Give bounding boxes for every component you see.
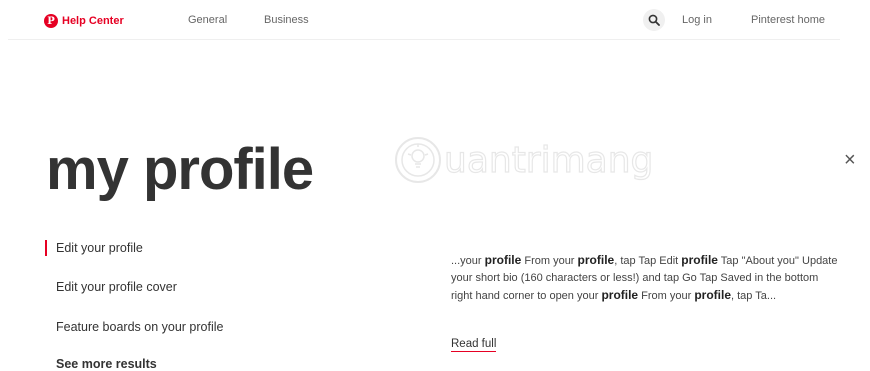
see-more-results-link[interactable]: See more results [56,357,157,371]
search-icon [648,14,660,26]
snippet-text: , tap Ta... [731,290,777,302]
close-icon[interactable]: × [844,150,856,170]
watermark: uantrimang [395,137,654,183]
snippet-text: ...your [451,255,485,267]
highlighted-term: profile [601,288,639,302]
pinterest-home-link[interactable]: Pinterest home [751,14,825,26]
login-link[interactable]: Log in [682,14,712,26]
snippet-text: From your [638,290,695,302]
active-result-indicator [45,240,47,256]
nav-business[interactable]: Business [264,14,309,26]
result-item-edit-profile[interactable]: Edit your profile [56,241,143,255]
highlighted-term: profile [694,288,732,302]
header: P Help Center General Business Log in Pi… [0,0,870,40]
header-divider [8,39,840,40]
highlighted-term: profile [577,253,615,267]
result-item-edit-profile-cover[interactable]: Edit your profile cover [56,280,177,294]
snippet-text: , tap Tap Edit [614,255,682,267]
read-full-link[interactable]: Read full [451,338,497,352]
result-item-feature-boards[interactable]: Feature boards on your profile [56,320,223,334]
help-center-logo[interactable]: P Help Center [44,12,124,30]
logo-text: Help Center [62,15,124,27]
page-title: my profile [46,137,314,202]
search-button[interactable] [643,9,665,31]
snippet-text: From your [521,255,578,267]
nav-general[interactable]: General [188,14,227,26]
highlighted-term: profile [681,253,718,267]
pinterest-logo-icon: P [44,14,58,28]
highlighted-term: profile [484,253,522,267]
lightbulb-icon [407,144,429,168]
svg-text:uantrimang: uantrimang [444,140,653,181]
result-snippet: ...your profile From your profile, tap T… [451,252,841,305]
